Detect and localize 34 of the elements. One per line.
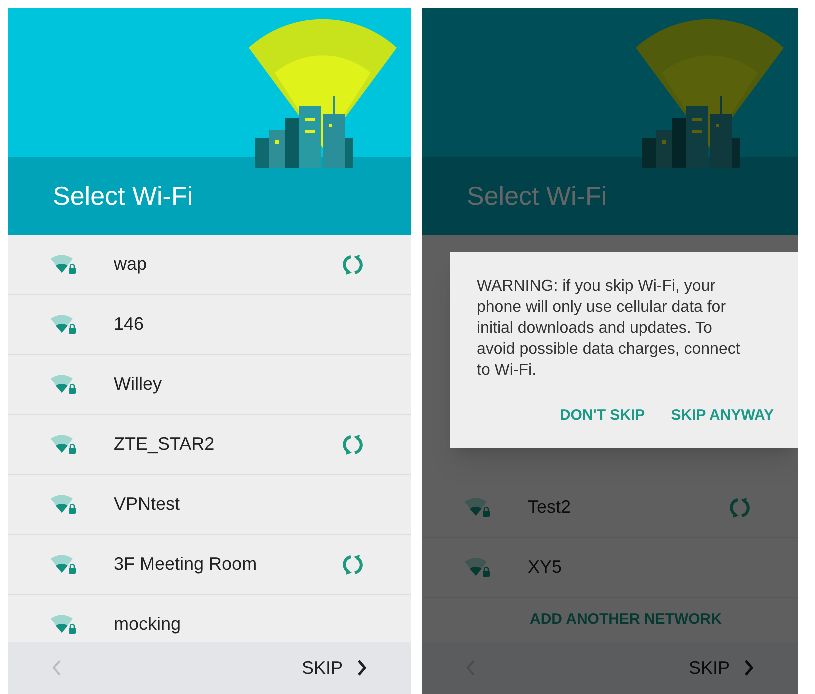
network-row[interactable]: 3F Meeting Room <box>8 535 411 595</box>
screen-title: Select Wi-Fi <box>467 180 608 212</box>
wifi-lock-icon <box>50 434 78 454</box>
network-name: ZTE_STAR2 <box>114 433 215 456</box>
network-name: 146 <box>114 313 144 336</box>
network-name: Test2 <box>528 496 572 519</box>
network-row[interactable]: 146 <box>8 295 411 355</box>
wifi-lock-icon <box>50 494 78 514</box>
sync-icon <box>343 554 363 576</box>
network-row[interactable]: ZTE_STAR2 <box>8 415 411 475</box>
wifi-lock-icon <box>50 254 78 274</box>
wifi-lock-icon <box>50 614 78 634</box>
chevron-right-icon <box>357 660 367 676</box>
wifi-lock-icon <box>50 554 78 574</box>
network-name: mocking <box>114 613 182 636</box>
wifi-lock-icon <box>50 374 78 394</box>
network-name: Willey <box>114 373 162 396</box>
sync-icon <box>343 434 363 456</box>
network-name: XY5 <box>528 556 562 579</box>
skip-button[interactable]: SKIP <box>302 654 367 682</box>
sync-icon <box>730 496 750 518</box>
sync-icon <box>343 254 363 276</box>
network-row[interactable]: wap <box>8 235 411 295</box>
network-name: 3F Meeting Room <box>114 553 258 576</box>
wifi-lock-icon <box>50 314 78 334</box>
network-name: VPNtest <box>114 493 180 516</box>
dialog-message: WARNING: if you skip Wi-Fi, your phone will only use cellular data for initial downloads and updates. To avoid possible data charges, connect to Wi-Fi. <box>477 277 742 381</box>
network-name: wap <box>114 253 148 276</box>
wifi-lock-icon <box>464 498 492 518</box>
network-row[interactable]: VPNtest <box>8 475 411 535</box>
wifi-lock-icon <box>464 558 492 578</box>
network-row[interactable]: Willey <box>8 355 411 415</box>
screen-title: Select Wi-Fi <box>53 180 194 212</box>
chevron-right-icon <box>744 660 754 676</box>
